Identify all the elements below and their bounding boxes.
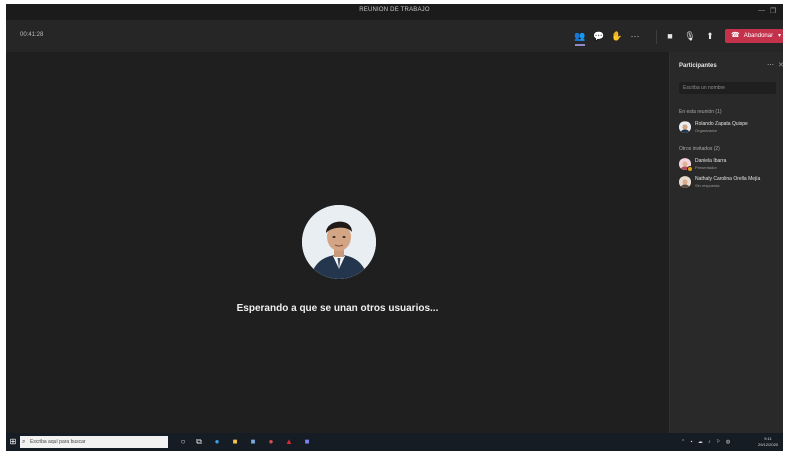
meeting-stage: Esperando a que se unan otros usuarios..… (6, 52, 669, 433)
taskbar-search-input[interactable]: ⌕ Escriba aquí para buscar (20, 436, 168, 448)
participants-panel: Participantes ⋯ ✕ Escriba un nombre En e… (669, 52, 783, 433)
close-icon[interactable]: ✕ (778, 61, 783, 69)
participant-role: Sin respuesta (695, 183, 720, 188)
participant-name: Rolando Zapata Quispe (695, 121, 748, 127)
meeting-toolbar: 00:41:28 👥 💬 ✋ ⋯ ■ 🎙 ⬆ ☎ Abandonar ▾ (6, 20, 783, 52)
teams-window: REUNION DE TRABAJO — ❐ 00:41:28 👥 💬 ✋ ⋯ … (6, 4, 783, 451)
chat-icon[interactable]: 💬 (592, 29, 606, 43)
windows-taskbar: ⊞ ⌕ Escriba aquí para buscar ○ ⧉ ● ■ ■ ●… (6, 433, 783, 451)
system-tray-icons[interactable]: ⌃ ▪ ☁ ♪ ⚐ ◍ (681, 439, 732, 445)
participant-item[interactable]: Rolando Zapata Quispe Organizador (679, 121, 779, 137)
participant-name: Nathaly Carolina Orella Mejía (695, 176, 761, 182)
share-icon[interactable]: ⬆ (703, 29, 717, 43)
raise-hand-icon[interactable]: ✋ (610, 29, 624, 43)
clock-date: 29/12/2020 (758, 442, 779, 447)
teams-icon[interactable]: ■ (302, 437, 312, 447)
phone-icon: ☎ (731, 32, 740, 39)
search-placeholder: Escriba aquí para buscar (30, 439, 86, 445)
taskbar-clock[interactable]: 9:11 29/12/2020 (758, 436, 778, 448)
mic-icon[interactable]: 🎙 (683, 29, 697, 43)
presence-away-icon (687, 166, 693, 172)
window-title: REUNION DE TRABAJO (359, 7, 430, 13)
chrome-icon[interactable]: ● (266, 437, 276, 447)
avatar-portrait (302, 205, 376, 279)
camera-icon[interactable]: ■ (663, 29, 677, 43)
file-explorer-icon[interactable]: ■ (230, 437, 240, 447)
minimize-icon[interactable]: — (758, 7, 765, 14)
maximize-icon[interactable]: ❐ (770, 7, 776, 15)
toolbar-divider (656, 30, 657, 44)
participant-item[interactable]: Daniela Ibarra Presentador (679, 158, 779, 174)
meeting-timer: 00:41:28 (20, 32, 44, 38)
chevron-down-icon[interactable]: ▾ (778, 29, 781, 43)
participant-avatar (679, 121, 691, 133)
leave-button[interactable]: ☎ Abandonar ▾ (725, 29, 783, 43)
windows-start-icon[interactable]: ⊞ (8, 437, 18, 447)
pdf-reader-icon[interactable]: ▲ (284, 437, 294, 447)
more-options-icon[interactable]: ⋯ (767, 61, 774, 69)
panel-title: Participantes (679, 63, 717, 69)
waiting-message: Esperando a que se unan otros usuarios..… (236, 303, 439, 314)
participant-item[interactable]: Nathaly Carolina Orella Mejía Sin respue… (679, 176, 779, 192)
title-bar: REUNION DE TRABAJO — ❐ (6, 4, 783, 20)
others-header: Otros invitados (2) (679, 146, 720, 152)
invite-search-input[interactable]: Escriba un nombre (679, 82, 776, 94)
store-icon[interactable]: ■ (248, 437, 258, 447)
participants-icon[interactable]: 👥 (573, 29, 587, 46)
participant-role: Presentador (695, 165, 717, 170)
participant-avatar (679, 176, 691, 188)
more-icon[interactable]: ⋯ (628, 29, 642, 43)
search-icon: ⌕ (22, 439, 26, 445)
participant-role: Organizador (695, 128, 718, 133)
edge-icon[interactable]: ● (212, 437, 222, 447)
cortana-icon[interactable]: ○ (178, 437, 188, 447)
user-avatar (302, 205, 376, 279)
participant-name: Daniela Ibarra (695, 158, 727, 164)
in-meeting-header: En esta reunión (1) (679, 109, 722, 115)
task-view-icon[interactable]: ⧉ (194, 437, 204, 447)
leave-label: Abandonar (743, 33, 774, 39)
